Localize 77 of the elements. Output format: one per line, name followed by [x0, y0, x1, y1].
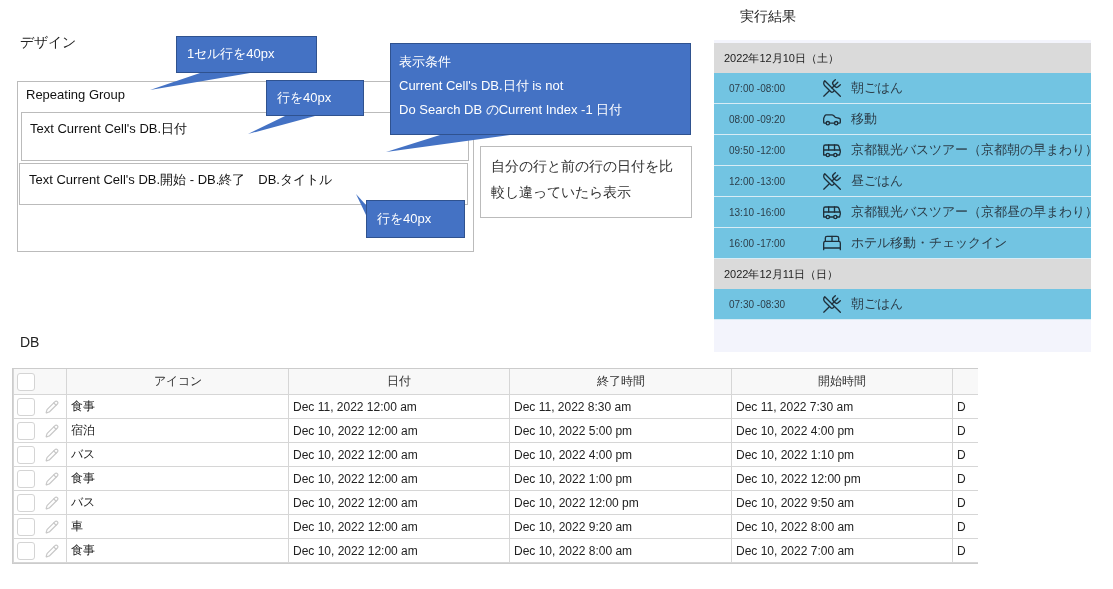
- schedule-title: 京都観光バスツアー（京都昼の早まわり）: [851, 203, 1098, 221]
- schedule-title: ホテル移動・チェックイン: [851, 234, 1007, 252]
- checkbox[interactable]: [17, 541, 35, 560]
- column-header[interactable]: アイコン: [66, 369, 289, 395]
- table-cell: Dec 10, 2022 4:00 pm: [731, 418, 953, 443]
- table-cell: Dec 10, 2022 12:00 am: [288, 538, 510, 563]
- time-text: 09:50 -12:00: [728, 144, 787, 156]
- section-title: デザイン: [20, 34, 76, 52]
- callout-pointer: [248, 116, 315, 134]
- table-cell: 食事: [66, 538, 289, 563]
- table-cell: Dec 10, 2022 8:00 am: [731, 514, 953, 539]
- schedule-title: 朝ごはん: [851, 295, 903, 313]
- schedule-title: 朝ごはん: [851, 79, 903, 97]
- table-cell: Dec 11, 2022 8:30 am: [509, 394, 732, 419]
- table-cell: Dec 10, 2022 12:00 am: [288, 514, 510, 539]
- table-cell: Dec 11, 2022 12:00 am: [288, 394, 510, 419]
- column-header[interactable]: 開始時間: [731, 369, 953, 395]
- table-cell: バス: [66, 442, 289, 467]
- pencil-icon[interactable]: [45, 543, 59, 558]
- table-cell: Dec 10, 2022 8:00 am: [509, 538, 732, 563]
- table-cell: Dec 10, 2022 4:00 pm: [509, 442, 732, 467]
- callout: 行を40px: [366, 200, 465, 238]
- table-cell: Dec 10, 2022 5:00 pm: [509, 418, 732, 443]
- date-header: 2022年12月11日（日）: [714, 259, 1091, 289]
- time-text: 07:00 -08:00: [728, 82, 787, 94]
- schedule-title: 京都観光バスツアー（京都朝の早まわり）: [851, 141, 1098, 159]
- checkbox[interactable]: [17, 469, 35, 488]
- checkbox[interactable]: [17, 445, 35, 464]
- table-cell: 車: [66, 514, 289, 539]
- note-text: 自分の行と前の行の日付を比較し違っていたら表示: [480, 146, 692, 218]
- group-label: Repeating Group: [26, 87, 125, 102]
- checkbox[interactable]: [17, 421, 35, 440]
- table-cell: Dec 10, 2022 12:00 am: [288, 442, 510, 467]
- section-title: 実行結果: [740, 8, 796, 26]
- table-cell: Dec 10, 2022 9:20 am: [509, 514, 732, 539]
- cell-text: Text Current Cell's DB.日付: [30, 120, 188, 138]
- time-text: 16:00 -17:00: [728, 237, 787, 249]
- table-cell: Dec 10, 2022 12:00 pm: [509, 490, 732, 515]
- pencil-icon[interactable]: [45, 447, 59, 462]
- time-text: 07:30 -08:30: [728, 298, 787, 310]
- column-header[interactable]: 終了時間: [509, 369, 732, 395]
- bed-icon: [822, 233, 842, 253]
- time-text: 12:00 -13:00: [728, 175, 787, 187]
- table-cell: Dec 10, 2022 1:00 pm: [509, 466, 732, 491]
- cell-text: Text Current Cell's DB.開始 - DB.終了 DB.タイトル: [29, 171, 332, 189]
- checkbox[interactable]: [17, 372, 35, 391]
- checkbox[interactable]: [17, 493, 35, 512]
- table-cell: Dec 11, 2022 7:30 am: [731, 394, 953, 419]
- pencil-icon[interactable]: [45, 471, 59, 486]
- table-cell: Dec 10, 2022 12:00 pm: [731, 466, 953, 491]
- table-cell: 食事: [66, 466, 289, 491]
- pencil-icon[interactable]: [45, 519, 59, 534]
- table-cell: Dec 10, 2022 12:00 am: [288, 466, 510, 491]
- schedule-title: 昼ごはん: [851, 172, 903, 190]
- pencil-icon[interactable]: [45, 423, 59, 438]
- table-cell: Dec 10, 2022 12:00 am: [288, 418, 510, 443]
- checkbox[interactable]: [17, 397, 35, 416]
- table-cell: 食事: [66, 394, 289, 419]
- table-cell: Dec 10, 2022 1:10 pm: [731, 442, 953, 467]
- table-cell: Dec 10, 2022 9:50 am: [731, 490, 953, 515]
- time-text: 08:00 -09:20: [728, 113, 787, 125]
- time-text: 13:10 -16:00: [728, 206, 787, 218]
- table-cell: バス: [66, 490, 289, 515]
- pencil-icon[interactable]: [45, 495, 59, 510]
- fork-knife-icon: [822, 78, 842, 98]
- checkbox[interactable]: [17, 517, 35, 536]
- table-cell: 宿泊: [66, 418, 289, 443]
- date-header: 2022年12月10日（土）: [714, 43, 1091, 73]
- column-header[interactable]: 日付: [288, 369, 510, 395]
- table-cell: Dec 10, 2022 12:00 am: [288, 490, 510, 515]
- pencil-icon[interactable]: [45, 399, 59, 414]
- table-cell: Dec 10, 2022 7:00 am: [731, 538, 953, 563]
- fork-knife-icon: [822, 294, 842, 314]
- schedule-title: 移動: [851, 110, 877, 128]
- fork-knife-icon: [822, 171, 842, 191]
- section-title: DB: [20, 334, 41, 352]
- callout-pointer: [356, 194, 366, 215]
